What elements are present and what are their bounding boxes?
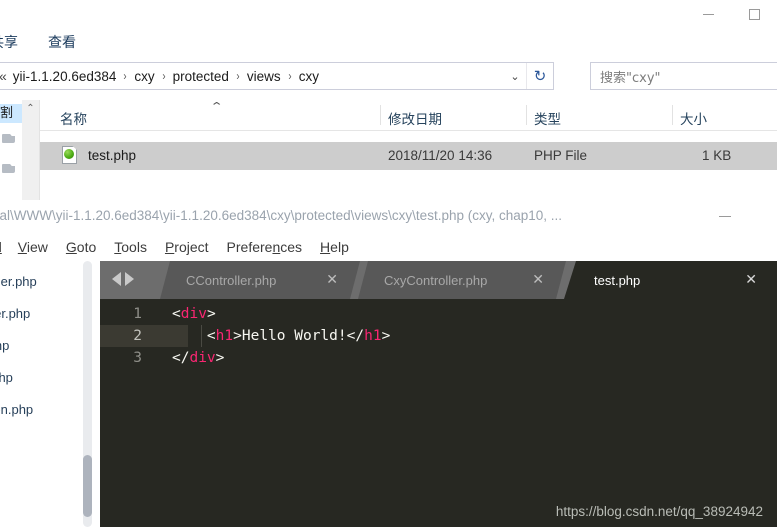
- tab-ccontroller[interactable]: CController.php ✕: [160, 261, 360, 299]
- ribbon-tab-share[interactable]: 共享: [0, 32, 18, 52]
- chevron-right-icon: ›: [123, 69, 127, 83]
- explorer-ribbon-tabs: 共享 查看: [0, 28, 777, 58]
- menu-bar: d View Goto Tools Project Preferences He…: [0, 233, 777, 261]
- navigation-pane-scrollbar[interactable]: ⌃: [22, 100, 40, 200]
- file-list: ⌃ 名称 修改日期 类型 大小 test.php 2018/11/20 14:3…: [40, 100, 777, 200]
- nav-item-selected[interactable]: 割: [0, 104, 22, 123]
- folder-icon[interactable]: [2, 132, 16, 144]
- sidebar-file-4[interactable]: sion.php: [0, 402, 33, 417]
- table-row[interactable]: test.php 2018/11/20 14:36 PHP File 1 KB: [40, 142, 777, 170]
- file-explorer-window: 共享 查看 « yii-1.1.20.6ed384 › cxy › protec…: [0, 0, 777, 200]
- search-placeholder: 搜索"cxy": [600, 70, 661, 86]
- code-text[interactable]: </div>: [160, 350, 224, 366]
- sidebar-file-1[interactable]: ider.php: [0, 306, 30, 321]
- navigation-pane: 割: [0, 100, 22, 200]
- minimize-icon[interactable]: [719, 216, 731, 217]
- window-controls: [685, 0, 777, 28]
- window-title: rial\WWW\yii-1.1.20.6ed384\yii-1.1.20.6e…: [0, 208, 563, 223]
- tab-label: CxyController.php: [384, 272, 488, 288]
- chevron-down-icon[interactable]: ⌄: [504, 63, 526, 89]
- menu-item-find[interactable]: d: [0, 239, 2, 255]
- maximize-button[interactable]: [731, 0, 777, 28]
- code-text[interactable]: <h1>Hello World!</h1>: [160, 328, 390, 344]
- chevron-right-icon: ›: [236, 69, 240, 83]
- line-number: 2: [133, 328, 142, 344]
- close-icon[interactable]: ✕: [326, 272, 338, 288]
- explorer-address-row: « yii-1.1.20.6ed384 › cxy › protected › …: [0, 62, 777, 92]
- file-size: 1 KB: [702, 148, 732, 163]
- close-icon[interactable]: ✕: [745, 272, 757, 288]
- code-line-2[interactable]: 2 <h1>Hello World!</h1>: [100, 325, 777, 347]
- refresh-icon[interactable]: ↻: [526, 63, 553, 89]
- minimize-button[interactable]: [685, 0, 731, 28]
- menu-item-view[interactable]: View: [18, 239, 48, 255]
- breadcrumb-item-3[interactable]: views: [245, 68, 283, 85]
- menu-item-tools[interactable]: Tools: [114, 239, 147, 255]
- sublime-sidebar: vider.php ider.php .php r.php sion.php: [0, 261, 100, 527]
- breadcrumb-item-4[interactable]: cxy: [297, 68, 321, 85]
- tab-bar: CController.php ✕ CxyController.php ✕ te…: [100, 261, 777, 299]
- sidebar-scrollbar-thumb[interactable]: [83, 455, 92, 517]
- file-type: PHP File: [534, 148, 588, 163]
- minimize-icon: [702, 13, 714, 15]
- tab-navigation-arrows: [112, 272, 134, 286]
- arrow-right-icon[interactable]: [125, 272, 134, 286]
- column-header-type[interactable]: 类型: [534, 108, 561, 128]
- menu-item-goto[interactable]: Goto: [66, 239, 96, 255]
- maximize-icon: [748, 8, 760, 20]
- address-bar[interactable]: « yii-1.1.20.6ed384 › cxy › protected › …: [0, 62, 554, 90]
- line-number: 1: [133, 306, 142, 322]
- code-line-3[interactable]: 3 </div>: [100, 347, 777, 369]
- code-line-1[interactable]: 1 <div>: [100, 303, 777, 325]
- file-list-header: ⌃ 名称 修改日期 类型 大小: [40, 100, 777, 131]
- code-editor[interactable]: 1 <div> 2 <h1>Hello World!</h1> 3 </div>…: [100, 299, 777, 527]
- menu-item-project[interactable]: Project: [165, 239, 209, 255]
- editor-pane: CController.php ✕ CxyController.php ✕ te…: [100, 261, 777, 527]
- arrow-left-icon[interactable]: [112, 272, 121, 286]
- column-divider[interactable]: [526, 105, 527, 125]
- folder-icon[interactable]: [2, 162, 16, 174]
- sidebar-file-0[interactable]: vider.php: [0, 274, 37, 289]
- file-date-modified: 2018/11/20 14:36: [388, 148, 493, 163]
- column-header-date[interactable]: 修改日期: [388, 108, 442, 128]
- column-divider[interactable]: [380, 105, 381, 125]
- breadcrumb-item-0[interactable]: yii-1.1.20.6ed384: [11, 68, 119, 85]
- line-number: 3: [133, 350, 142, 366]
- column-header-name[interactable]: 名称: [60, 108, 87, 128]
- tab-cxycontroller[interactable]: CxyController.php ✕: [358, 261, 566, 299]
- explorer-titlebar: [0, 0, 777, 28]
- sidebar-file-3[interactable]: r.php: [0, 370, 13, 385]
- menu-item-preferences[interactable]: Preferences: [227, 239, 303, 255]
- breadcrumb-item-1[interactable]: cxy: [132, 68, 156, 85]
- tab-test-php[interactable]: test.php ✕: [564, 261, 777, 299]
- sublime-titlebar: rial\WWW\yii-1.1.20.6ed384\yii-1.1.20.6e…: [0, 200, 777, 233]
- sublime-text-window: rial\WWW\yii-1.1.20.6ed384\yii-1.1.20.6e…: [0, 200, 777, 527]
- column-divider[interactable]: [672, 105, 673, 125]
- chevron-right-icon: ›: [162, 69, 166, 83]
- watermark: https://blog.csdn.net/qq_38924942: [555, 504, 763, 519]
- search-input[interactable]: 搜索"cxy": [590, 62, 777, 90]
- column-header-size[interactable]: 大小: [680, 108, 707, 128]
- menu-item-help[interactable]: Help: [320, 239, 349, 255]
- breadcrumb-overflow-icon[interactable]: «: [0, 68, 7, 84]
- code-text[interactable]: <div>: [160, 306, 216, 322]
- file-name[interactable]: test.php: [88, 148, 136, 163]
- ribbon-tab-view[interactable]: 查看: [48, 32, 76, 52]
- tab-label: CController.php: [186, 272, 277, 288]
- tab-label: test.php: [594, 272, 641, 288]
- breadcrumb: « yii-1.1.20.6ed384 › cxy › protected › …: [0, 68, 504, 85]
- sidebar-file-2[interactable]: .php: [0, 338, 9, 353]
- close-icon[interactable]: ✕: [532, 272, 544, 288]
- chevron-up-icon[interactable]: ⌃: [22, 100, 39, 117]
- breadcrumb-item-2[interactable]: protected: [171, 68, 231, 85]
- sort-ascending-icon: ⌃: [209, 101, 224, 113]
- php-file-icon: [62, 146, 78, 165]
- chevron-right-icon: ›: [288, 69, 292, 83]
